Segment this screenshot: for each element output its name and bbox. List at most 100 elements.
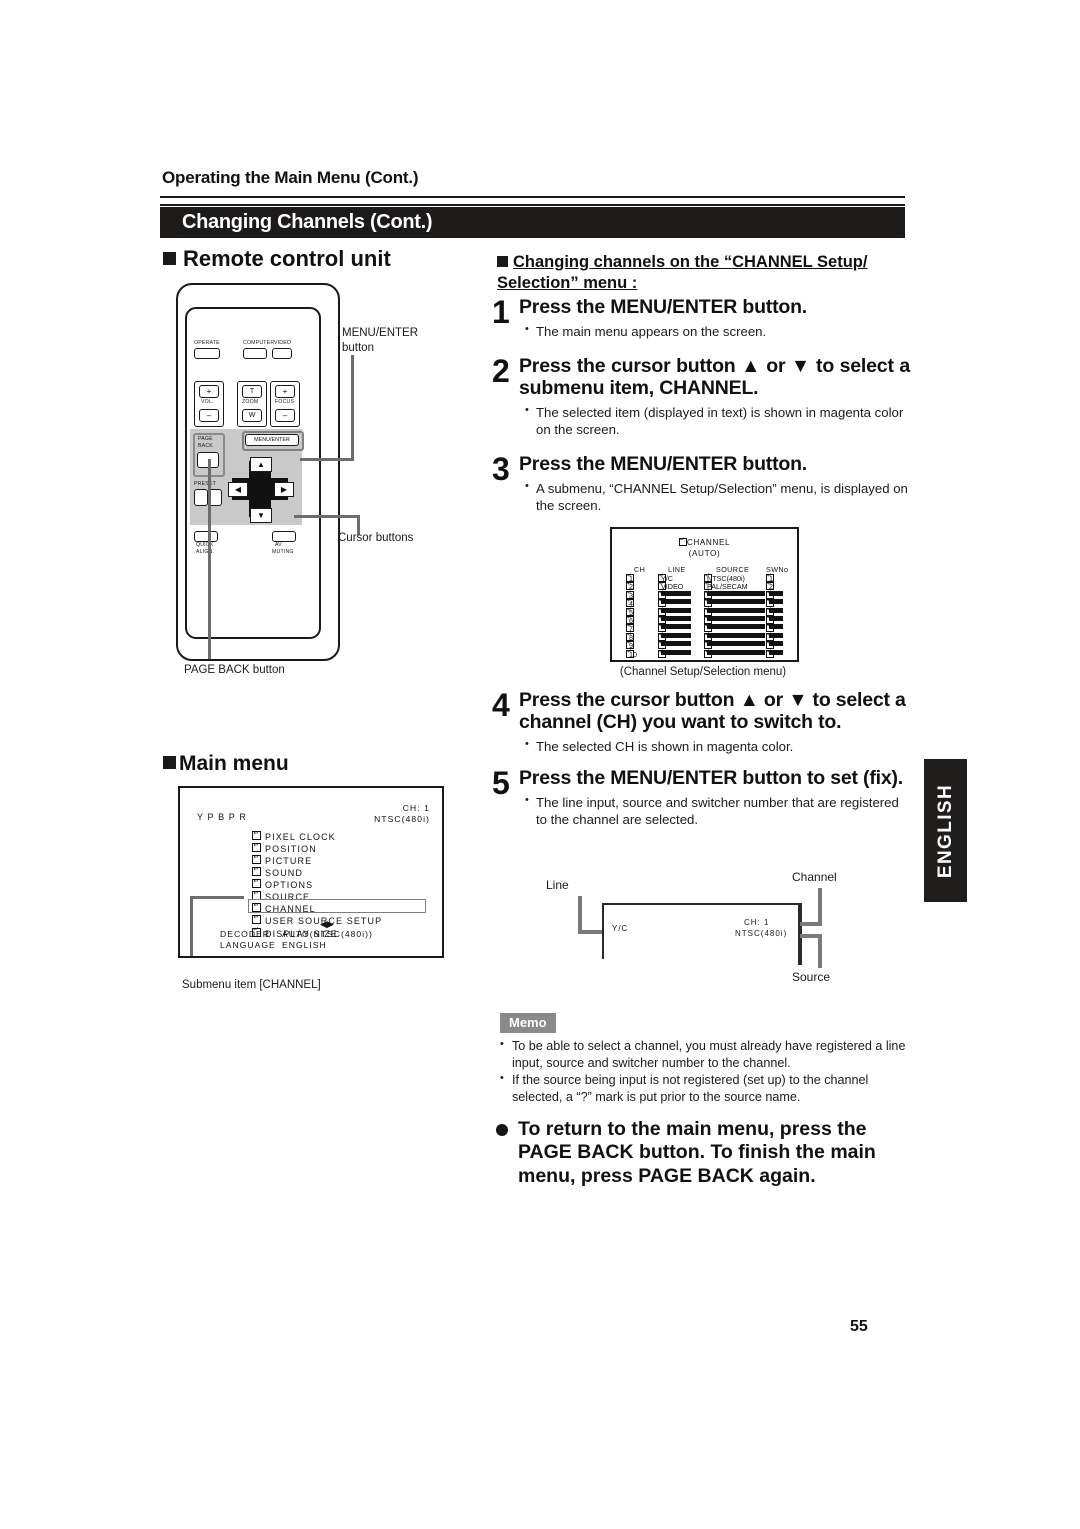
zoom-label: ZOOM	[242, 399, 259, 405]
diagram-top-rail	[602, 903, 802, 905]
osd-menu-item-label: POSITION	[265, 844, 317, 855]
channel-osd-empty-block	[707, 649, 765, 655]
step-4: 4 Press the cursor button ▲ or ▼ to sele…	[492, 687, 910, 756]
channel-osd-empty-block	[661, 599, 691, 605]
square-bullet-icon	[163, 252, 176, 265]
step-1-title: Press the MENU/ENTER button.	[519, 296, 808, 318]
av-muting-label-line1: AV	[275, 542, 282, 548]
step-3-bullets: A submenu, “CHANNEL Setup/Selection” men…	[525, 479, 910, 515]
page-back-label-line2: BACK	[198, 443, 213, 449]
quick-align-label-line2: ALIGN.	[196, 549, 215, 555]
step-4-bullets: The selected CH is shown in magenta colo…	[525, 737, 910, 756]
osd-menu-item[interactable]: POSITION	[252, 842, 382, 855]
preset-left-button[interactable]	[194, 489, 208, 506]
final-note: To return to the main menu, press the PA…	[496, 1118, 910, 1188]
menu-enter-leader-vertical	[351, 355, 354, 460]
step-2: 2 Press the cursor button ▲ or ▼ to sele…	[492, 353, 910, 439]
osd-menu-item-label: OPTIONS	[265, 880, 314, 891]
zoom-t-button[interactable]: T	[242, 385, 262, 398]
memo-item: If the source being input is not registe…	[500, 1071, 910, 1106]
step-5-title: Press the MENU/ENTER button to set (fix)…	[519, 767, 903, 789]
channel-osd-empty-block	[661, 632, 691, 638]
osd-menu-item[interactable]: USER SOURCE SETUP	[252, 914, 382, 927]
channel-osd-column-header: CH	[634, 565, 646, 574]
channel-osd-empty-block	[707, 641, 765, 647]
channel-osd-column-header: LINE	[668, 565, 686, 574]
vol-plus-button[interactable]: +	[199, 385, 219, 398]
step-3-title: Press the MENU/ENTER button.	[519, 453, 808, 475]
step-4-number: 4	[492, 687, 510, 723]
enter-mark-icon	[252, 914, 261, 925]
cursor-left-button[interactable]: ◀	[228, 482, 248, 497]
focus-plus-button[interactable]: +	[275, 385, 295, 398]
memo-block: Memo To be able to select a channel, you…	[500, 1013, 910, 1106]
osd-footer-row: DECODER AUTO(NTSC(480i))	[220, 929, 373, 940]
step-2-number: 2	[492, 353, 510, 389]
menu-enter-callout-line1: MENU/ENTER	[342, 327, 419, 339]
diagram-ch-value: CH: 1	[744, 918, 770, 927]
av-muting-label-line2: MUTING	[272, 549, 294, 555]
channel-osd-empty-block	[707, 599, 765, 605]
diagram-left-rail	[602, 903, 604, 959]
page-back-callout: PAGE BACK button	[184, 664, 285, 676]
av-muting-button[interactable]	[272, 531, 296, 542]
focus-minus-button[interactable]: –	[275, 409, 295, 422]
focus-label: FOCUS	[275, 399, 295, 405]
step-5: 5 Press the MENU/ENTER button to set (fi…	[492, 765, 910, 829]
osd-menu-list: PIXEL CLOCKPOSITIONPICTURESOUNDOPTIONSSO…	[252, 830, 382, 940]
step-1-number: 1	[492, 294, 510, 330]
step-1-bullet: The main menu appears on the screen.	[525, 322, 910, 341]
video-label: VIDEO	[274, 340, 292, 346]
channel-osd-empty-block	[661, 641, 691, 647]
osd-menu-item[interactable]: SOUND	[252, 866, 382, 879]
main-menu-osd: Y P B P R CH: 1 NTSC(480i) PIXEL CLOCK PO…	[178, 786, 444, 958]
vol-minus-button[interactable]: –	[199, 409, 219, 422]
cursor-up-button[interactable]: ▲	[250, 457, 272, 472]
video-button[interactable]	[272, 348, 292, 359]
zoom-w-button[interactable]: W	[242, 409, 262, 422]
cursor-right-button[interactable]: ▶	[274, 482, 294, 497]
channel-osd-caption: (Channel Setup/Selection menu)	[619, 666, 787, 678]
step-2-title: Press the cursor button ▲ or ▼ to select…	[519, 355, 910, 399]
menu-enter-button[interactable]: MENU/ENTER	[245, 434, 299, 446]
channel-osd-empty-block	[769, 590, 783, 596]
osd-footer-key: LANGUAGE	[220, 940, 276, 951]
step-5-number: 5	[492, 765, 510, 801]
menu-enter-callout-line2: button	[342, 342, 374, 354]
section-title: Changing Channels (Cont.)	[182, 211, 433, 233]
submenu-leader-vertical	[190, 898, 193, 956]
operate-button[interactable]	[194, 348, 220, 359]
osd-menu-item[interactable]: OPTIONS	[252, 878, 382, 891]
final-note-text: To return to the main menu, press the PA…	[518, 1118, 876, 1187]
channel-osd-empty-block	[661, 624, 691, 630]
channel-osd-empty-block	[707, 632, 765, 638]
channel-osd-empty-block	[661, 590, 691, 596]
osd-ch-line2: NTSC(480i)	[374, 814, 430, 825]
channel-osd-empty-block	[707, 590, 765, 596]
channel-osd-column-header: SOURCE	[716, 565, 750, 574]
channel-osd-subtitle: (AUTO)	[688, 549, 721, 559]
channel-osd-title-text: CHANNEL	[686, 538, 731, 547]
diagram-source-leader-vertical	[818, 934, 822, 968]
step-2-bullet: The selected item (displayed in text) is…	[525, 403, 910, 439]
manual-page: Operating the Main Menu (Cont.) Changing…	[0, 0, 1080, 1529]
step-5-bullets: The line input, source and switcher numb…	[525, 793, 910, 829]
step-3: 3 Press the MENU/ENTER button. A submenu…	[492, 453, 910, 515]
language-side-tab-text: ENGLISH	[934, 783, 956, 878]
memo-item: To be able to select a channel, you must…	[500, 1037, 910, 1072]
cursor-down-button[interactable]: ▼	[250, 508, 272, 523]
quick-align-button[interactable]	[194, 531, 218, 542]
submenu-leader-horizontal	[190, 896, 244, 899]
diagram-source-value: NTSC(480i)	[735, 929, 788, 938]
channel-osd-empty-block	[707, 607, 765, 613]
channel-osd-empty-block	[769, 599, 783, 605]
channel-osd-empty-block	[769, 624, 783, 630]
osd-menu-item[interactable]: PIXEL CLOCK	[252, 830, 382, 843]
channel-osd-empty-block	[769, 641, 783, 647]
changing-subhead-line1: Changing channels on the “CHANNEL Setup/	[513, 253, 868, 271]
computer-button[interactable]	[243, 348, 267, 359]
osd-menu-item[interactable]: PICTURE	[252, 854, 382, 867]
step-2-bullets: The selected item (displayed in text) is…	[525, 403, 910, 439]
osd-footer-row: LANGUAGE ENGLISH	[220, 940, 373, 951]
channel-osd-empty-block	[769, 649, 783, 655]
